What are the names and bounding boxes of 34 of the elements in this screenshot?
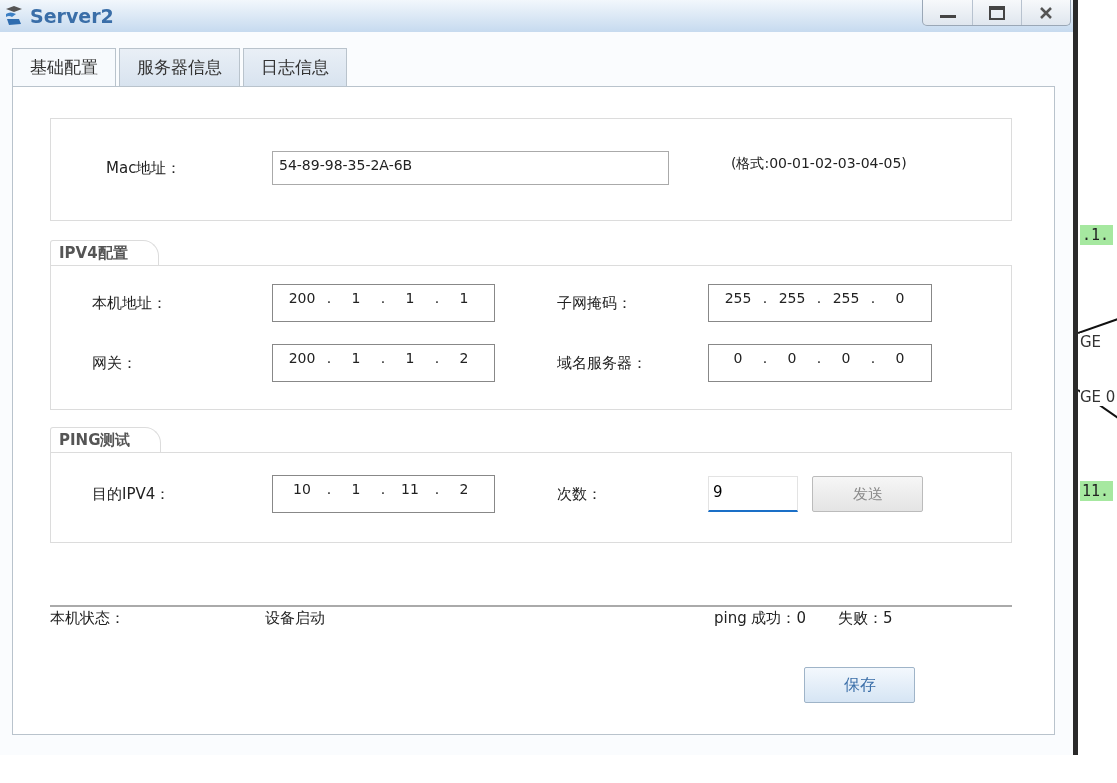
- field-label: 次数：: [557, 484, 603, 504]
- ping-fail-count: 失败：5: [838, 609, 893, 628]
- section-title: IPV4配置: [50, 240, 159, 265]
- minimize-icon: [939, 15, 956, 18]
- status-label: 本机状态：: [50, 609, 126, 628]
- ip-field[interactable]: 200 . 1 . 1 . 1: [272, 284, 495, 322]
- tab[interactable]: 日志信息: [243, 48, 347, 86]
- tab[interactable]: 基础配置: [12, 48, 116, 86]
- count-field[interactable]: 9: [708, 476, 798, 512]
- mac-field[interactable]: 54-89-98-35-2A-6B: [272, 151, 669, 185]
- maximize-icon: [989, 5, 1005, 20]
- field-label: 域名服务器：: [557, 353, 648, 373]
- field-label: 子网掩码：: [557, 293, 633, 313]
- ip-field[interactable]: 255 . 255 . 255 . 0: [708, 284, 932, 322]
- save-button[interactable]: 保存: [804, 667, 915, 703]
- ip-field[interactable]: 0 . 0 . 0 . 0: [708, 344, 932, 382]
- field-label: 本机地址：: [92, 293, 168, 313]
- close-icon: [1039, 5, 1053, 20]
- section-title: PING测试: [50, 427, 162, 452]
- tab[interactable]: 服务器信息: [119, 48, 240, 86]
- ping-success-count: ping 成功：0: [714, 609, 808, 628]
- status-value: 设备启动: [265, 609, 326, 628]
- ip-field[interactable]: 200 . 1 . 1 . 2: [272, 344, 495, 382]
- ip-field[interactable]: 10 . 1 . 11 . 2: [272, 475, 495, 513]
- field-label: 网关：: [92, 353, 138, 373]
- field-label: Mac地址：: [106, 158, 183, 178]
- port-label: GE 0: [1080, 388, 1116, 406]
- field-label: 目的IPV4：: [92, 484, 172, 504]
- address-label: .1.: [1080, 225, 1114, 245]
- server-icon: [4, 5, 24, 27]
- format-hint: (格式:00-01-02-03-04-05): [731, 154, 907, 173]
- link-line: [1078, 318, 1117, 334]
- window-title: Server2: [30, 5, 114, 27]
- address-label: 11.: [1080, 481, 1114, 501]
